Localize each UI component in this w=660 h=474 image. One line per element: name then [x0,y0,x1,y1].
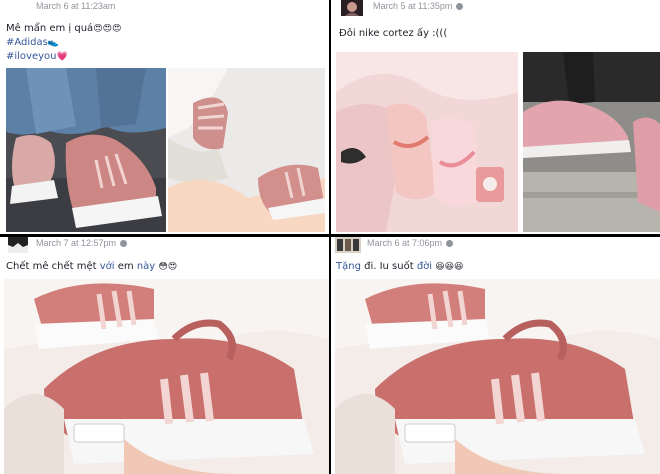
text-link-segment[interactable]: này [137,261,155,272]
hashtag-label[interactable]: #iloveyou [6,51,57,62]
post-text-line: Mê mẩn em ị quá [6,23,94,34]
avatar-icon [8,237,28,253]
laughing-emoji-icon: 😆😆😆 [435,262,464,272]
post-photo-nike-cortez-flatlay[interactable] [336,52,518,232]
text-link-segment[interactable]: Tặng [336,261,361,272]
post-timestamp[interactable]: March 5 at 11:35pm [373,1,464,11]
post-header: March 6 at 7:06pm [331,237,660,255]
avatar[interactable] [341,0,363,16]
post-text: Tặng đi. Iu suốt đời 😆😆😆 [336,260,463,274]
post-timestamp[interactable]: March 6 at 11:23am [36,1,115,11]
hashtag-adidas[interactable]: #Adidas👟 [6,36,121,50]
text-segment: Chết mê chết mệt [6,261,100,272]
avatar-icon [335,237,361,253]
post-text: Đôi nike cortez ấy :((( [339,28,448,39]
avatar[interactable] [8,237,28,253]
avatar[interactable] [335,237,361,253]
post-2: March 5 at 11:35pm Đôi nike cortez ấy :(… [331,0,660,234]
post-photo-nike-stairs[interactable] [523,52,660,232]
hashtag-label[interactable]: #Adidas [6,37,48,48]
timestamp-text[interactable]: March 6 at 7:06pm [367,238,442,248]
post-1: March 6 at 11:23am Mê mẩn em ị quá😍😍😍 #A… [0,0,329,234]
post-timestamp[interactable]: March 6 at 7:06pm [367,238,454,248]
post-header: March 5 at 11:35pm [331,0,660,18]
text-segment: đi. Iu suốt [360,261,417,272]
heart-eyes-emoji-icon: 😍😍😍 [93,24,122,34]
timestamp-text[interactable]: March 5 at 11:35pm [373,1,452,11]
photo-adidas-nmd-icon [4,279,329,474]
post-header: March 6 at 11:23am [0,0,329,18]
post-header: March 7 at 12:57pm [0,237,329,255]
photo-adidas-nmd-icon [335,279,660,474]
post-timestamp[interactable]: March 7 at 12:57pm [36,238,128,248]
post-3: March 7 at 12:57pm Chết mê chết mệt với … [0,237,329,474]
post-photo-sneakers-bed[interactable] [168,68,325,232]
post-photo-adidas-nmd-hand[interactable] [335,279,660,474]
text-link-segment[interactable]: đời [417,261,432,272]
post-photo-sneakers-jeans[interactable] [6,68,166,232]
post-photo-adidas-nmd-hand[interactable] [4,279,329,474]
photo-nike-cortez-icon [336,52,518,232]
hashtag-iloveyou[interactable]: #iloveyou💗 [6,50,121,64]
post-4: March 6 at 7:06pm Tặng đi. Iu suốt đời 😆… [331,237,660,474]
timestamp-text[interactable]: March 7 at 12:57pm [36,238,116,248]
globe-icon [456,3,464,10]
globe-icon [120,240,128,247]
flushed-heart-eyes-emoji-icon: 😳😍 [158,262,178,272]
shoe-emoji-icon: 👟 [47,38,60,48]
photo-sneakers-jeans-icon [6,68,166,232]
photo-nike-stairs-icon [523,52,660,232]
photo-sneakers-bed-icon [168,68,325,232]
avatar-icon [341,0,363,16]
globe-icon [446,240,454,247]
heart-emoji-icon: 💗 [56,52,68,62]
post-text: Chết mê chết mệt với em này 😳😍 [6,260,177,274]
text-link-segment[interactable]: với [100,261,115,272]
text-segment: em [114,261,137,272]
post-text: Mê mẩn em ị quá😍😍😍 #Adidas👟 #iloveyou💗 [6,22,121,64]
